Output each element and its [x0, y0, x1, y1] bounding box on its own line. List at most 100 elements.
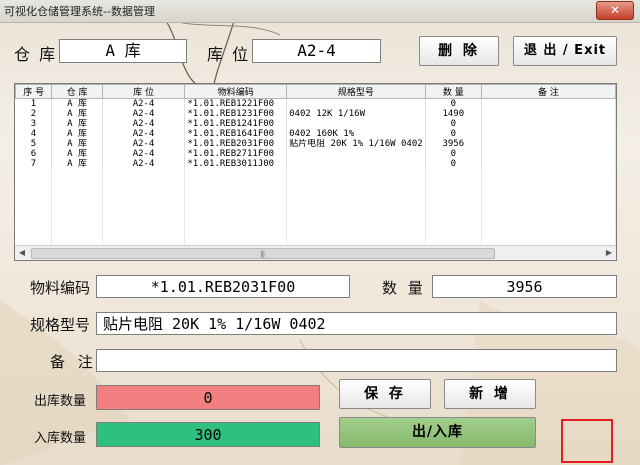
quantity-label: 数 量 [382, 279, 426, 297]
empty-cell [15, 199, 53, 209]
cell-location: A2-4 [102, 159, 186, 169]
inbound-qty-field[interactable]: 300 [96, 422, 320, 447]
empty-cell [15, 179, 53, 189]
empty-cell [184, 229, 288, 239]
empty-row [15, 189, 616, 199]
column-header-note[interactable]: 备 注 [480, 84, 616, 99]
empty-cell [425, 179, 482, 189]
empty-cell [184, 169, 288, 179]
empty-cell [425, 229, 482, 239]
spec-field[interactable]: 贴片电阻 20K 1% 1/16W 0402 [96, 312, 617, 335]
table-row[interactable]: 6A 库 A2-4 *1.01.REB2711F00 0 [15, 149, 616, 159]
cell-warehouse: A 库 [51, 139, 103, 149]
column-header-spec[interactable]: 规格型号 [286, 84, 426, 99]
table-row[interactable]: 7A 库 A2-4 *1.01.REB3011J00 0 [15, 159, 616, 169]
empty-cell [102, 209, 186, 219]
cell-material-code: *1.01.REB3011J00 [184, 159, 288, 169]
scroll-left-icon[interactable]: ◀ [15, 246, 29, 260]
outbound-qty-field[interactable]: 0 [96, 385, 320, 410]
cell-quantity: 1490 [425, 109, 482, 119]
note-field[interactable] [96, 349, 617, 372]
empty-cell [184, 179, 288, 189]
material-code-label: 物料编码 [30, 279, 91, 297]
cell-material-code: *1.01.REB2711F00 [184, 149, 288, 159]
outbound-qty-label: 出库数量 [34, 394, 87, 409]
table-row[interactable]: 1A 库 A2-4 *1.01.REB1221F00 0 [15, 98, 616, 109]
column-header-location[interactable]: 库 位 [101, 84, 186, 99]
cell-location: A2-4 [102, 129, 186, 139]
empty-cell [286, 229, 426, 239]
empty-cell [425, 169, 482, 179]
warehouse-field[interactable]: A 库 [59, 39, 187, 63]
empty-cell [102, 199, 186, 209]
exit-button[interactable]: 退 出 / Exit [513, 36, 617, 66]
empty-cell [481, 169, 616, 179]
empty-cell [286, 179, 426, 189]
empty-cell [15, 229, 53, 239]
cell-material-code: *1.01.REB1221F00 [184, 98, 288, 109]
column-header-index[interactable]: 序 号 [15, 84, 53, 99]
empty-cell [102, 189, 186, 199]
table-row[interactable]: 3A 库 A2-4 *1.01.REB1241F00 0 [15, 119, 616, 129]
empty-cell [481, 219, 616, 229]
new-button[interactable]: 新 增 [444, 379, 536, 409]
cell-spec [286, 149, 426, 159]
cell-note [481, 109, 616, 119]
empty-cell [425, 189, 482, 199]
cell-index: 1 [15, 98, 53, 109]
scroll-right-icon[interactable]: ▶ [602, 246, 616, 260]
cell-location: A2-4 [102, 139, 186, 149]
save-button[interactable]: 保 存 [339, 379, 431, 409]
cell-note [481, 119, 616, 129]
cell-spec: 0402 160K 1% [286, 129, 426, 139]
delete-button[interactable]: 删 除 [419, 36, 499, 66]
horizontal-scrollbar[interactable]: ◀ ||| ▶ [15, 245, 616, 260]
empty-cell [481, 229, 616, 239]
column-header-material-code[interactable]: 物料编码 [184, 84, 288, 99]
quantity-field[interactable]: 3956 [432, 275, 617, 298]
cell-location: A2-4 [102, 109, 186, 119]
empty-cell [15, 209, 53, 219]
cell-note [481, 139, 616, 149]
table-row[interactable]: 2A 库 A2-4 *1.01.REB1231F00 0402 12K 1/16W 14… [15, 109, 616, 119]
empty-cell [102, 229, 186, 239]
empty-cell [51, 169, 103, 179]
cell-index: 6 [15, 149, 53, 159]
inventory-table[interactable]: 序 号 仓 库 库 位 物料编码 规格型号 数 量 备 注 1A 库 A2-4 *1… [14, 83, 617, 261]
cell-quantity: 0 [425, 98, 482, 109]
window-title: 可视化仓储管理系统--数据管理 [4, 5, 155, 18]
empty-cell [102, 179, 186, 189]
column-header-quantity[interactable]: 数 量 [424, 84, 482, 99]
table-row[interactable]: 5A 库 A2-4 *1.01.REB2031F00 贴片电阻 20K 1% 1/16… [15, 139, 616, 149]
cell-material-code: *1.01.REB1641F00 [184, 129, 288, 139]
table-row[interactable]: 4A 库 A2-4 *1.01.REB1641F00 0402 160K 1% 0 [15, 129, 616, 139]
empty-row [15, 209, 616, 219]
inbound-qty-label: 入库数量 [34, 431, 87, 446]
cell-spec [286, 159, 426, 169]
empty-row [15, 169, 616, 179]
location-label: 库 位 [207, 45, 251, 64]
scrollbar-thumb[interactable]: ||| [31, 248, 495, 259]
close-button[interactable]: ✕ [596, 1, 634, 20]
empty-cell [425, 199, 482, 209]
empty-cell [184, 199, 288, 209]
cell-location: A2-4 [102, 98, 186, 109]
highlight-frame [561, 419, 613, 463]
cell-material-code: *1.01.REB2031F00 [184, 139, 288, 149]
empty-cell [286, 169, 426, 179]
location-field[interactable]: A2-4 [252, 39, 381, 63]
column-header-warehouse[interactable]: 仓 库 [51, 84, 103, 99]
empty-cell [51, 229, 103, 239]
note-label: 备 注 [50, 353, 97, 371]
cell-quantity: 0 [425, 159, 482, 169]
cell-index: 2 [15, 109, 53, 119]
empty-cell [184, 209, 288, 219]
empty-cell [481, 179, 616, 189]
cell-warehouse: A 库 [51, 129, 103, 139]
empty-cell [51, 199, 103, 209]
material-code-field[interactable]: *1.01.REB2031F00 [96, 275, 350, 298]
in-out-button[interactable]: 出/入库 [339, 417, 536, 448]
empty-cell [15, 219, 53, 229]
cell-note [481, 98, 616, 109]
empty-cell [286, 209, 426, 219]
